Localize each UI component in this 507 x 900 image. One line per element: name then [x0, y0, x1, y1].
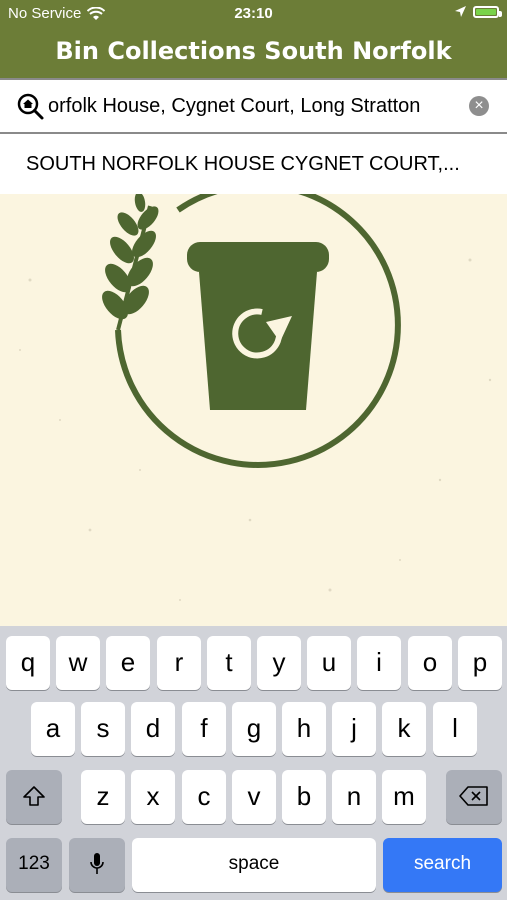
key-j[interactable]: j	[332, 702, 376, 756]
key-n[interactable]: n	[332, 770, 376, 824]
key-x[interactable]: x	[131, 770, 175, 824]
status-bar: No Service 23:10	[0, 0, 507, 28]
key-e[interactable]: e	[106, 636, 150, 690]
page-title: Bin Collections South Norfolk	[55, 37, 452, 65]
key-p[interactable]: p	[458, 636, 502, 690]
app-header: Bin Collections South Norfolk	[0, 28, 507, 78]
key-l[interactable]: l	[433, 702, 477, 756]
key-b[interactable]: b	[282, 770, 326, 824]
bin-logo-icon	[19, 181, 492, 601]
key-t[interactable]: t	[207, 636, 251, 690]
key-m[interactable]: m	[382, 770, 426, 824]
suggestion-item[interactable]: SOUTH NORFOLK HOUSE CYGNET COURT,...	[0, 134, 507, 194]
key-z[interactable]: z	[81, 770, 125, 824]
key-g[interactable]: g	[232, 702, 276, 756]
backspace-key[interactable]	[446, 770, 502, 824]
search-input[interactable]	[48, 90, 448, 122]
home-search-icon	[17, 93, 44, 120]
key-c[interactable]: c	[182, 770, 226, 824]
backspace-icon	[459, 786, 488, 806]
key-a[interactable]: a	[31, 702, 75, 756]
status-time: 23:10	[234, 5, 273, 22]
key-u[interactable]: u	[307, 636, 351, 690]
key-y[interactable]: y	[257, 636, 301, 690]
location-arrow-icon	[455, 6, 466, 17]
key-v[interactable]: v	[232, 770, 276, 824]
status-right	[454, 5, 502, 18]
dictation-key[interactable]	[69, 838, 125, 892]
microphone-icon	[90, 853, 104, 874]
battery-icon	[473, 5, 502, 18]
key-k[interactable]: k	[382, 702, 426, 756]
search-bar: ×	[0, 78, 507, 134]
shift-icon	[23, 786, 45, 806]
key-r[interactable]: r	[157, 636, 201, 690]
key-f[interactable]: f	[182, 702, 226, 756]
key-s[interactable]: s	[81, 702, 125, 756]
keyboard: q w e r t y u i o p a s d f g h j k l z …	[0, 626, 507, 900]
shift-key[interactable]	[6, 770, 62, 824]
numbers-key[interactable]: 123	[6, 838, 62, 892]
space-key[interactable]: space	[132, 838, 376, 892]
key-o[interactable]: o	[408, 636, 452, 690]
key-q[interactable]: q	[6, 636, 50, 690]
key-h[interactable]: h	[282, 702, 326, 756]
key-w[interactable]: w	[56, 636, 100, 690]
key-i[interactable]: i	[357, 636, 401, 690]
clear-search-icon[interactable]: ×	[469, 96, 489, 116]
logo-illustration	[0, 181, 507, 626]
key-d[interactable]: d	[131, 702, 175, 756]
search-key[interactable]: search	[383, 838, 502, 892]
